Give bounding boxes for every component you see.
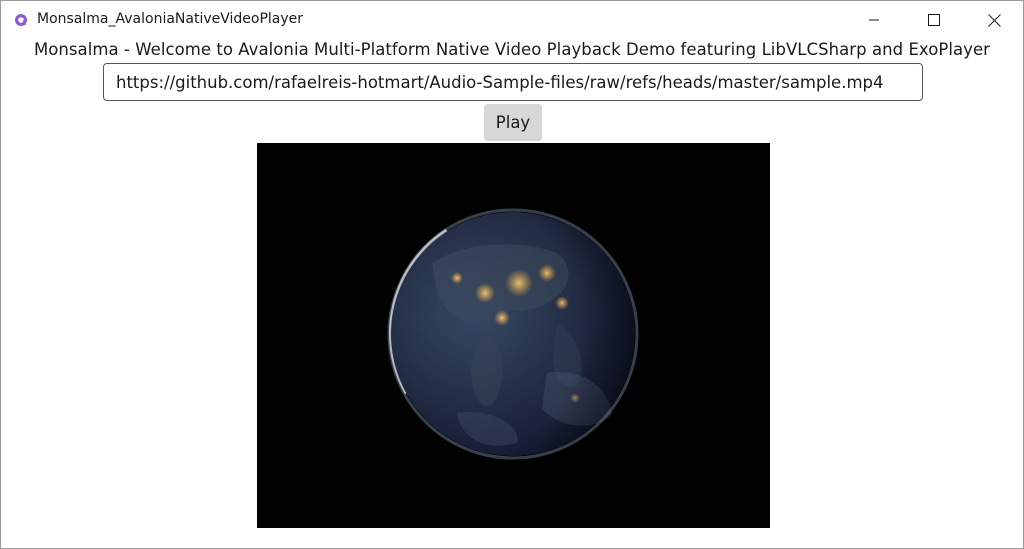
url-input[interactable] bbox=[103, 63, 923, 101]
maximize-icon bbox=[928, 14, 940, 26]
close-button[interactable] bbox=[971, 1, 1017, 39]
window-title: Monsalma_AvaloniaNativeVideoPlayer bbox=[37, 11, 304, 27]
avalonia-logo-icon bbox=[14, 12, 28, 26]
minimize-icon bbox=[868, 14, 880, 26]
close-icon bbox=[987, 13, 1001, 27]
title-bar[interactable]: Monsalma_AvaloniaNativeVideoPlayer bbox=[1, 1, 1023, 39]
play-button[interactable]: Play bbox=[484, 104, 542, 141]
minimize-button[interactable] bbox=[851, 1, 897, 39]
video-player-surface[interactable] bbox=[257, 143, 770, 528]
welcome-heading: Monsalma - Welcome to Avalonia Multi-Pla… bbox=[33, 40, 991, 59]
maximize-button[interactable] bbox=[911, 1, 957, 39]
earth-at-night-frame bbox=[257, 143, 770, 528]
app-window: Monsalma_AvaloniaNativeVideoPlayer Monsa… bbox=[0, 0, 1024, 549]
